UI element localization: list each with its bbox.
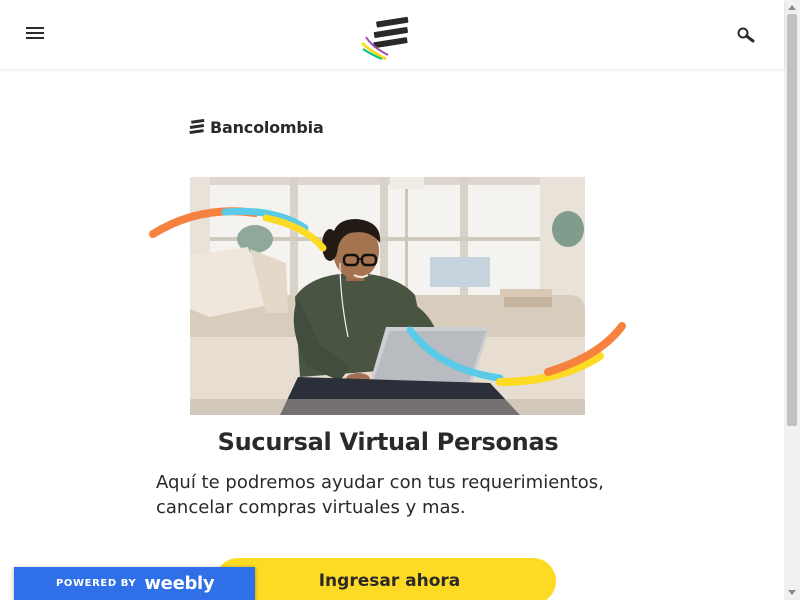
hero-image	[190, 177, 585, 415]
bancolombia-logo: Bancolombia	[188, 116, 324, 138]
vertical-scrollbar[interactable]	[784, 0, 800, 600]
top-navigation-bar	[0, 0, 784, 69]
scroll-down-arrow-icon[interactable]	[788, 590, 796, 595]
bancolombia-symbol-icon	[189, 119, 205, 135]
search-icon[interactable]	[736, 26, 756, 44]
powered-by-weebly-badge[interactable]: POWERED BY weebly	[14, 567, 255, 600]
scroll-up-arrow-icon[interactable]	[788, 5, 796, 10]
ingresar-ahora-button[interactable]: Ingresar ahora	[215, 558, 556, 600]
page-description: Aquí te podremos ayudar con tus requerim…	[156, 472, 604, 518]
brand-name: Bancolombia	[210, 117, 324, 137]
weebly-wordmark: weebly	[144, 573, 215, 594]
page: Bancolombia Sucursal Virtual Personas Aq…	[0, 0, 800, 600]
page-title: Sucursal Virtual Personas	[217, 428, 559, 456]
hamburger-menu-icon[interactable]	[26, 27, 46, 41]
powered-by-label: POWERED BY	[56, 578, 137, 589]
bancolombia-symbol-icon[interactable]	[360, 15, 414, 61]
scrollbar-thumb[interactable]	[787, 14, 797, 426]
woman-with-laptop-photo	[190, 177, 585, 415]
